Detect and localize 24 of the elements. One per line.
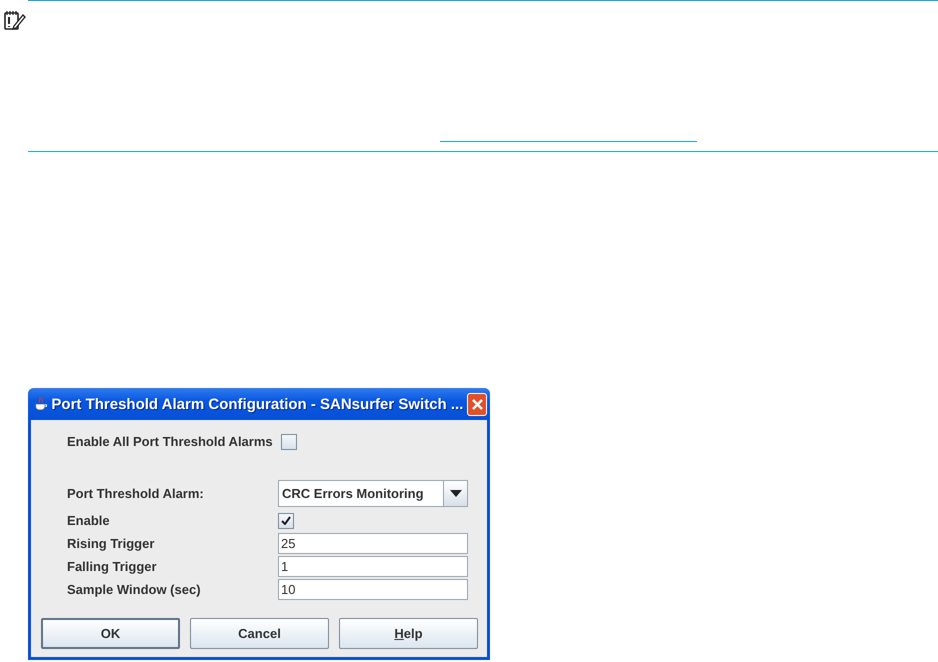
coffee-cup-icon [34, 395, 48, 413]
field-label: Enable [67, 513, 111, 528]
close-icon [470, 398, 484, 410]
field-label: Port Threshold Alarm: [67, 486, 205, 501]
check-icon [281, 516, 291, 525]
dialog-button[interactable]: Help [339, 618, 478, 649]
field-label: Falling Trigger [67, 559, 158, 574]
checkbox[interactable] [280, 434, 297, 450]
dialog-button[interactable]: Cancel [190, 618, 329, 649]
input-field[interactable]: 10 [278, 579, 468, 600]
window-title: Port Threshold Alarm Configuration - SANsurfer Switch ... [51, 396, 464, 412]
close-button[interactable] [467, 392, 487, 416]
input-field[interactable]: 25 [278, 533, 468, 554]
field-label: Sample Window (sec) [67, 582, 202, 597]
notepad-pencil-icon [4, 9, 26, 31]
dialog-button[interactable]: OK [41, 618, 180, 649]
caret-icon [450, 490, 462, 497]
dropdown-value: CRC Errors Monitoring [281, 485, 425, 503]
dropdown-button[interactable] [443, 481, 467, 506]
field-label: Enable All Port Threshold Alarms [67, 434, 273, 449]
checkbox[interactable] [278, 512, 294, 528]
dropdown[interactable]: CRC Errors Monitoring [278, 480, 468, 507]
input-field[interactable]: 1 [278, 556, 468, 577]
field-label: Rising Trigger [67, 536, 156, 551]
